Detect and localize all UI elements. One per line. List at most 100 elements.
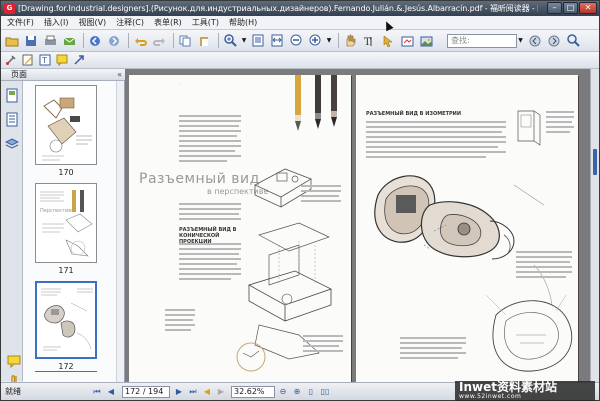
menu-form[interactable]: 表单(R) <box>154 17 182 28</box>
edit-document-icon[interactable] <box>21 53 35 67</box>
history-forward-icon[interactable]: ▶ <box>215 386 227 398</box>
history-back-icon[interactable]: ◀ <box>201 386 213 398</box>
maximize-button[interactable]: □ <box>563 2 578 14</box>
panel-tab-strip <box>1 81 23 386</box>
menu-help[interactable]: 帮助(H) <box>229 17 257 28</box>
search-icon[interactable] <box>565 33 581 49</box>
text-line <box>546 131 570 133</box>
tools-icon[interactable] <box>4 53 18 67</box>
text-line <box>179 135 237 137</box>
collapse-panel-button[interactable]: « <box>117 69 122 80</box>
last-page-icon[interactable]: ⏭ <box>187 386 199 398</box>
page-thumbnail[interactable]: Перспективе <box>35 183 97 263</box>
image-icon[interactable] <box>418 33 434 49</box>
search-next-icon[interactable] <box>546 33 562 49</box>
text-line <box>516 271 572 273</box>
text-line <box>179 203 241 205</box>
zoom-in-icon[interactable]: ⊕ <box>291 386 303 398</box>
page-number-mark: · <box>179 81 181 87</box>
fit-width-icon[interactable] <box>269 33 285 49</box>
forward-icon[interactable] <box>106 33 122 49</box>
menu-tools[interactable]: 工具(T) <box>192 17 219 28</box>
main-toolbar: ▼ ▼ T 查找: ▼ <box>1 30 599 52</box>
undo-icon[interactable] <box>132 33 148 49</box>
document-scrollbar[interactable] <box>590 69 599 382</box>
pdf-page-left: · Разъемный вид в перспективе РАЗЪЕМНЫЙ … <box>129 75 351 382</box>
zoom-out-icon[interactable]: ⊖ <box>277 386 289 398</box>
section-heading: РАЗЪЕМНЫЙ ВИД В ИЗОМЕТРИИ <box>366 111 462 117</box>
text-line <box>179 125 239 127</box>
text-line <box>303 340 343 342</box>
pages-tab-icon[interactable] <box>3 87 21 105</box>
text-line <box>516 266 572 268</box>
panel-header: 页面 « <box>1 69 125 81</box>
redo-icon[interactable] <box>151 33 167 49</box>
fit-page-icon[interactable] <box>250 33 266 49</box>
page-thumbnail[interactable] <box>35 85 97 165</box>
comments-tab-icon[interactable] <box>5 352 23 370</box>
first-page-icon[interactable]: ⏮ <box>91 386 103 398</box>
svg-text:T: T <box>41 56 47 65</box>
text-line <box>165 314 195 316</box>
menu-bar: 文件(F) 插入(I) 视图(V) 注释(C) 表单(R) 工具(T) 帮助(H… <box>1 16 599 30</box>
prev-page-icon[interactable]: ◀ <box>105 386 117 398</box>
thumbnail-scrollbar[interactable] <box>116 81 124 382</box>
single-page-icon[interactable]: ▯ <box>305 386 317 398</box>
text-line <box>366 141 506 143</box>
chevron-down-icon[interactable]: ▼ <box>517 33 524 49</box>
chevron-down-icon[interactable]: ▼ <box>241 33 247 49</box>
minimize-button[interactable]: – <box>547 2 562 14</box>
text-line <box>400 337 466 339</box>
text-line <box>516 251 572 253</box>
layers-tab-icon[interactable] <box>3 135 21 153</box>
search-input[interactable]: 查找: <box>447 33 517 48</box>
toolbar-separator <box>83 33 84 48</box>
back-icon[interactable] <box>87 33 103 49</box>
window-title: [Drawing.for.Industrial.designers].(Рису… <box>18 4 538 13</box>
arrow-tool-icon[interactable] <box>72 53 86 67</box>
paste-icon[interactable] <box>196 33 212 49</box>
text-line <box>400 357 458 359</box>
close-button[interactable]: ✕ <box>579 2 597 14</box>
page-thumbnail-selected[interactable] <box>35 281 97 359</box>
copy-icon[interactable] <box>177 33 193 49</box>
chevron-down-icon[interactable]: ▼ <box>326 33 332 49</box>
search-prev-icon[interactable] <box>527 33 543 49</box>
print-icon[interactable] <box>42 33 58 49</box>
menu-view[interactable]: 视图(V) <box>78 17 106 28</box>
bookmarks-tab-icon[interactable] <box>3 111 21 129</box>
page-number-field[interactable]: 172 / 194 <box>122 385 170 398</box>
select-icon[interactable] <box>380 33 396 49</box>
window-controls: – □ ✕ <box>547 2 597 14</box>
text-line <box>366 151 506 153</box>
document-view[interactable]: · Разъемный вид в перспективе РАЗЪЕМНЫЙ … <box>125 69 599 382</box>
email-icon[interactable] <box>61 33 77 49</box>
zoom-plus-icon[interactable] <box>307 33 323 49</box>
watermark-text: Inwet资料素材站 <box>459 380 557 394</box>
scrollbar-thumb[interactable] <box>593 149 597 175</box>
menu-comment[interactable]: 注释(C) <box>116 17 144 28</box>
toolbar-separator <box>128 33 129 48</box>
text-line <box>179 160 227 162</box>
note-icon[interactable] <box>55 53 69 67</box>
open-icon[interactable] <box>4 33 20 49</box>
text-line <box>400 347 462 349</box>
menu-insert[interactable]: 插入(I) <box>44 17 69 28</box>
two-page-icon[interactable]: ▯▯ <box>319 386 331 398</box>
hand-icon[interactable] <box>342 33 358 49</box>
annotation-toolbar: T <box>1 52 599 69</box>
next-page-icon[interactable]: ▶ <box>173 386 185 398</box>
zoom-level-field[interactable]: 32.62% <box>231 385 275 398</box>
select-text-icon[interactable]: T <box>361 33 377 49</box>
text-line <box>179 145 241 147</box>
zoom-out-icon[interactable] <box>288 33 304 49</box>
text-line <box>301 195 339 197</box>
menu-file[interactable]: 文件(F) <box>7 17 34 28</box>
typewriter-icon[interactable]: T <box>38 53 52 67</box>
text-line <box>516 261 570 263</box>
zoom-in-icon[interactable] <box>222 33 238 49</box>
snapshot-icon[interactable] <box>399 33 415 49</box>
text-line <box>179 130 241 132</box>
text-line <box>546 116 574 118</box>
save-icon[interactable] <box>23 33 39 49</box>
